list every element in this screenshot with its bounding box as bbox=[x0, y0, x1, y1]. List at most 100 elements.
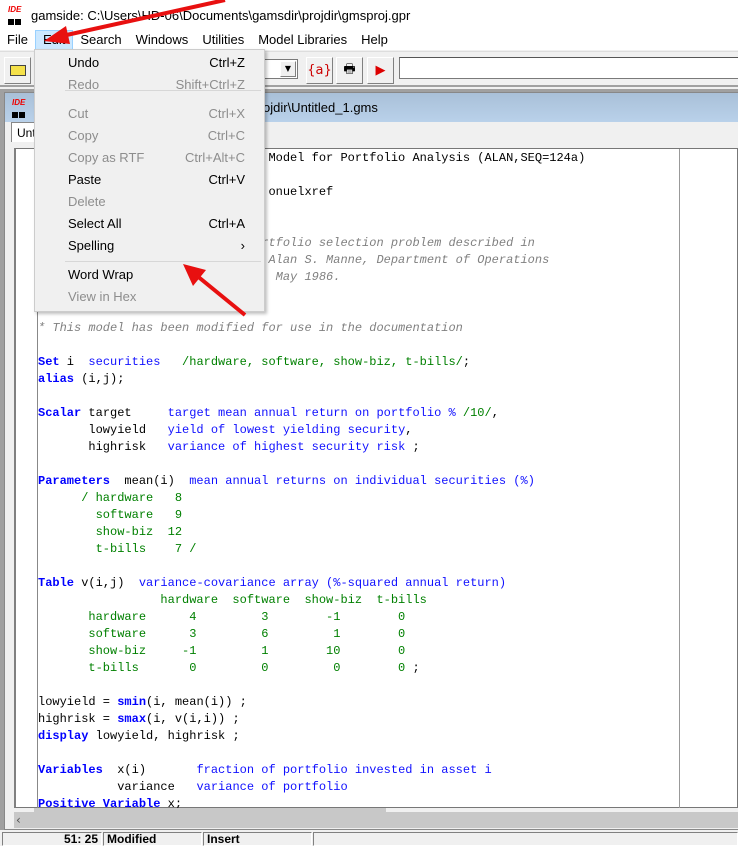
code-line: / hardware 8 bbox=[38, 490, 585, 507]
code-line: software 9 bbox=[38, 507, 585, 524]
menu-item-copy[interactable]: Copy Ctrl+C bbox=[35, 125, 264, 147]
code-token: variance bbox=[38, 780, 197, 794]
menu-item-copy-as-rtf[interactable]: Copy as RTF Ctrl+Alt+C bbox=[35, 147, 264, 169]
code-token: lowyield, highrisk ; bbox=[88, 729, 240, 743]
code-token: Variables bbox=[38, 763, 103, 777]
scrollbar-thumb[interactable] bbox=[34, 808, 386, 813]
code-token: alias bbox=[38, 372, 75, 386]
menu-help[interactable]: Help bbox=[354, 30, 395, 50]
menu-windows[interactable]: Windows bbox=[129, 30, 196, 50]
title-bar: IDE gamside: C:\Users\HD-06\Documents\ga… bbox=[0, 0, 738, 30]
code-token: variance of portfolio bbox=[196, 780, 348, 794]
code-token: mean(i) bbox=[110, 474, 190, 488]
code-token: lowyield bbox=[38, 423, 168, 437]
chevron-down-icon[interactable]: ▼ bbox=[280, 61, 296, 77]
code-token: mean annual returns on individual securi… bbox=[189, 474, 535, 488]
menu-utilities[interactable]: Utilities bbox=[195, 30, 251, 50]
code-token: t-bills 0 0 0 0 bbox=[38, 661, 406, 675]
menu-edit[interactable]: Edit bbox=[34, 30, 74, 50]
code-token: * This model has been modified for use i… bbox=[38, 321, 463, 335]
menu-item-label: Copy as RTF bbox=[68, 150, 145, 165]
menu-item-shortcut: Ctrl+C bbox=[207, 128, 245, 143]
horizontal-scrollbar[interactable] bbox=[14, 812, 738, 828]
menu-item-undo[interactable]: Undo Ctrl+Z bbox=[35, 52, 264, 74]
code-line: variance variance of portfolio bbox=[38, 779, 585, 796]
code-token: smax bbox=[117, 712, 147, 726]
open-folder-button[interactable] bbox=[4, 57, 31, 84]
code-token: variance of highest security risk bbox=[167, 440, 406, 454]
child-app-icon: IDE bbox=[12, 98, 28, 118]
model-symbol-button[interactable]: {a} bbox=[306, 57, 333, 84]
code-token: ; bbox=[405, 440, 420, 454]
menu-item-shortcut: Ctrl+Alt+C bbox=[185, 150, 245, 165]
code-line: software 3 6 1 0 bbox=[38, 626, 585, 643]
code-line: display lowyield, highrisk ; bbox=[38, 728, 585, 745]
menu-item-delete[interactable]: Delete bbox=[35, 191, 264, 213]
menu-item-label: Delete bbox=[68, 194, 106, 209]
code-token: securities bbox=[88, 355, 161, 369]
code-token: , bbox=[491, 406, 499, 420]
code-token: (i, v(i,i)) ; bbox=[146, 712, 240, 726]
menu-item-label: Select All bbox=[68, 216, 122, 231]
code-token: lowyield = bbox=[38, 695, 118, 709]
menu-item-label: View in Hex bbox=[68, 289, 137, 304]
code-line: Scalar target target mean annual return … bbox=[38, 405, 585, 422]
printer-icon: 🖶 bbox=[343, 61, 356, 77]
code-token: v(i,j) bbox=[74, 576, 139, 590]
code-token: / hardware 8 bbox=[38, 491, 183, 505]
menu-search[interactable]: Search bbox=[73, 30, 128, 50]
run-icon: ▶ bbox=[375, 63, 386, 78]
print-button[interactable]: 🖶 bbox=[336, 57, 363, 84]
menu-item-view-in-hex[interactable]: View in Hex bbox=[35, 286, 264, 308]
code-line: show-biz 12 bbox=[38, 524, 585, 541]
code-line: lowyield = smin(i, mean(i)) ; bbox=[38, 694, 585, 711]
code-token: (i, mean(i)) ; bbox=[146, 695, 247, 709]
code-line: Parameters mean(i) mean annual returns o… bbox=[38, 473, 585, 490]
code-token: yield of lowest yielding security bbox=[167, 423, 406, 437]
code-token: target bbox=[81, 406, 168, 420]
code-line: highrisk variance of highest security ri… bbox=[38, 439, 585, 456]
window-title: gamside: C:\Users\HD-06\Documents\gamsdi… bbox=[31, 7, 411, 23]
menu-item-paste[interactable]: Paste Ctrl+V bbox=[35, 169, 264, 191]
code-token: software 3 6 1 0 bbox=[38, 627, 406, 641]
code-token: Parameters bbox=[38, 474, 111, 488]
code-line: t-bills 7 / bbox=[38, 541, 585, 558]
code-token: target mean annual return on portfolio % bbox=[167, 406, 456, 420]
code-token: hardware 4 3 -1 0 bbox=[38, 610, 406, 624]
menu-model-libraries[interactable]: Model Libraries bbox=[251, 30, 354, 50]
code-token: highrisk = bbox=[38, 712, 118, 726]
code-token: show-biz -1 1 10 0 bbox=[38, 644, 406, 658]
status-bar: 51: 25 Modified Insert bbox=[0, 830, 738, 846]
menu-item-word-wrap[interactable]: Word Wrap bbox=[35, 264, 264, 286]
command-input[interactable] bbox=[399, 57, 738, 79]
menu-item-spelling[interactable]: Spelling › bbox=[35, 235, 264, 257]
run-button[interactable]: ▶ bbox=[367, 57, 394, 84]
code-token: x(i) bbox=[102, 763, 197, 777]
code-line: alias (i,j); bbox=[38, 371, 585, 388]
code-token: /hardware, software, show-biz, t-bills/ bbox=[160, 355, 463, 369]
code-token: t-bills 7 / bbox=[38, 542, 197, 556]
menu-item-cut[interactable]: Cut Ctrl+X bbox=[35, 103, 264, 125]
scroll-left-icon[interactable]: ‹ bbox=[16, 813, 30, 827]
code-token: display bbox=[38, 729, 89, 743]
code-token: ; bbox=[462, 355, 471, 369]
menu-file[interactable]: File bbox=[0, 30, 35, 50]
code-token: highrisk bbox=[38, 440, 168, 454]
menu-item-redo[interactable]: Redo Shift+Ctrl+Z bbox=[35, 74, 264, 96]
code-line: hardware 4 3 -1 0 bbox=[38, 609, 585, 626]
menu-item-select-all[interactable]: Select All Ctrl+A bbox=[35, 213, 264, 235]
code-token: variance-covariance array (%-squared ann… bbox=[138, 576, 507, 590]
code-token: , bbox=[405, 423, 413, 437]
code-token: hardware software show-biz t-bills bbox=[38, 593, 427, 607]
code-token: Scalar bbox=[38, 406, 82, 420]
menu-item-label: Cut bbox=[68, 106, 89, 121]
menu-item-shortcut: Ctrl+Z bbox=[209, 55, 245, 70]
code-line: t-bills 0 0 0 0 ; bbox=[38, 660, 585, 677]
code-line: Set i securities /hardware, software, sh… bbox=[38, 354, 585, 371]
code-token: fraction of portfolio invested in asset … bbox=[196, 763, 492, 777]
code-token: i bbox=[59, 355, 89, 369]
menu-item-label: Spelling bbox=[68, 238, 115, 253]
